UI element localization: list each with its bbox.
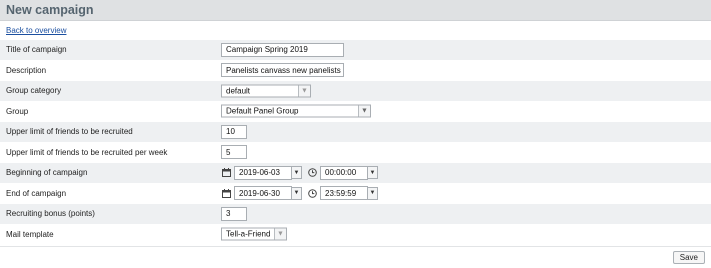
beginning-time-dropdown[interactable]: ▼ xyxy=(368,166,378,180)
calendar-icon[interactable] xyxy=(221,168,231,178)
save-button[interactable]: Save xyxy=(672,251,705,264)
end-time-dropdown[interactable]: ▼ xyxy=(368,186,378,200)
group-category-value: default xyxy=(226,86,251,96)
group-select[interactable]: Default Panel Group ▼ xyxy=(221,104,371,118)
upper-limit-week-input[interactable]: 5 xyxy=(221,145,247,160)
page-header: New campaign xyxy=(0,0,711,21)
chevron-down-icon: ▼ xyxy=(369,169,376,176)
row-end: End of campaign 2019-06-30 ▼ 23:59:59 ▼ xyxy=(0,182,711,203)
upper-limit-label: Upper limit of friends to be recruited xyxy=(6,127,133,137)
beginning-date-dropdown[interactable]: ▼ xyxy=(292,166,302,180)
back-link-row: Back to overview xyxy=(0,21,711,39)
back-to-overview-link[interactable]: Back to overview xyxy=(6,26,66,35)
bonus-input[interactable]: 3 xyxy=(221,206,247,221)
row-mail-template: Mail template Tell-a-Friend ▼ xyxy=(0,223,711,244)
beginning-time-input[interactable]: 00:00:00 xyxy=(320,165,368,180)
row-upper-limit: Upper limit of friends to be recruited 1… xyxy=(0,121,711,142)
row-bonus: Recruiting bonus (points) 3 xyxy=(0,203,711,224)
chevron-down-icon: ▼ xyxy=(293,169,300,176)
chevron-down-icon: ▼ xyxy=(293,190,300,197)
clock-icon[interactable] xyxy=(307,168,317,178)
end-date-input[interactable]: 2019-06-30 xyxy=(234,186,292,201)
row-description: Description Panelists canvass new paneli… xyxy=(0,59,711,80)
chevron-down-icon: ▼ xyxy=(358,105,370,117)
row-group-category: Group category default ▼ xyxy=(0,80,711,101)
beginning-label: Beginning of campaign xyxy=(6,168,88,178)
chevron-down-icon: ▼ xyxy=(298,85,310,97)
upper-limit-input[interactable]: 10 xyxy=(221,124,247,139)
chevron-down-icon: ▼ xyxy=(274,228,286,240)
description-input[interactable]: Panelists canvass new panelists xyxy=(221,63,344,78)
row-group: Group Default Panel Group ▼ xyxy=(0,100,711,121)
chevron-down-icon: ▼ xyxy=(369,190,376,197)
form-footer: Save xyxy=(0,246,711,268)
row-title: Title of campaign Campaign Spring 2019 xyxy=(0,39,711,60)
group-category-label: Group category xyxy=(6,86,62,96)
mail-template-select[interactable]: Tell-a-Friend ▼ xyxy=(221,227,287,241)
upper-limit-week-label: Upper limit of friends to be recruited p… xyxy=(6,147,168,157)
title-label: Title of campaign xyxy=(6,45,67,55)
end-date-dropdown[interactable]: ▼ xyxy=(292,186,302,200)
page-title: New campaign xyxy=(6,3,94,17)
end-time-input[interactable]: 23:59:59 xyxy=(320,186,368,201)
mail-template-value: Tell-a-Friend xyxy=(226,229,271,239)
title-input[interactable]: Campaign Spring 2019 xyxy=(221,42,344,57)
group-label: Group xyxy=(6,106,29,116)
group-value: Default Panel Group xyxy=(226,106,299,116)
end-label: End of campaign xyxy=(6,188,67,198)
group-category-select[interactable]: default ▼ xyxy=(221,84,311,98)
bonus-label: Recruiting bonus (points) xyxy=(6,209,95,219)
campaign-form: Title of campaign Campaign Spring 2019 D… xyxy=(0,39,711,244)
row-upper-limit-week: Upper limit of friends to be recruited p… xyxy=(0,141,711,162)
mail-template-label: Mail template xyxy=(6,229,54,239)
description-label: Description xyxy=(6,65,47,75)
clock-icon[interactable] xyxy=(307,188,317,198)
beginning-date-input[interactable]: 2019-06-03 xyxy=(234,165,292,180)
row-beginning: Beginning of campaign 2019-06-03 ▼ 00:00… xyxy=(0,162,711,183)
calendar-icon[interactable] xyxy=(221,188,231,198)
